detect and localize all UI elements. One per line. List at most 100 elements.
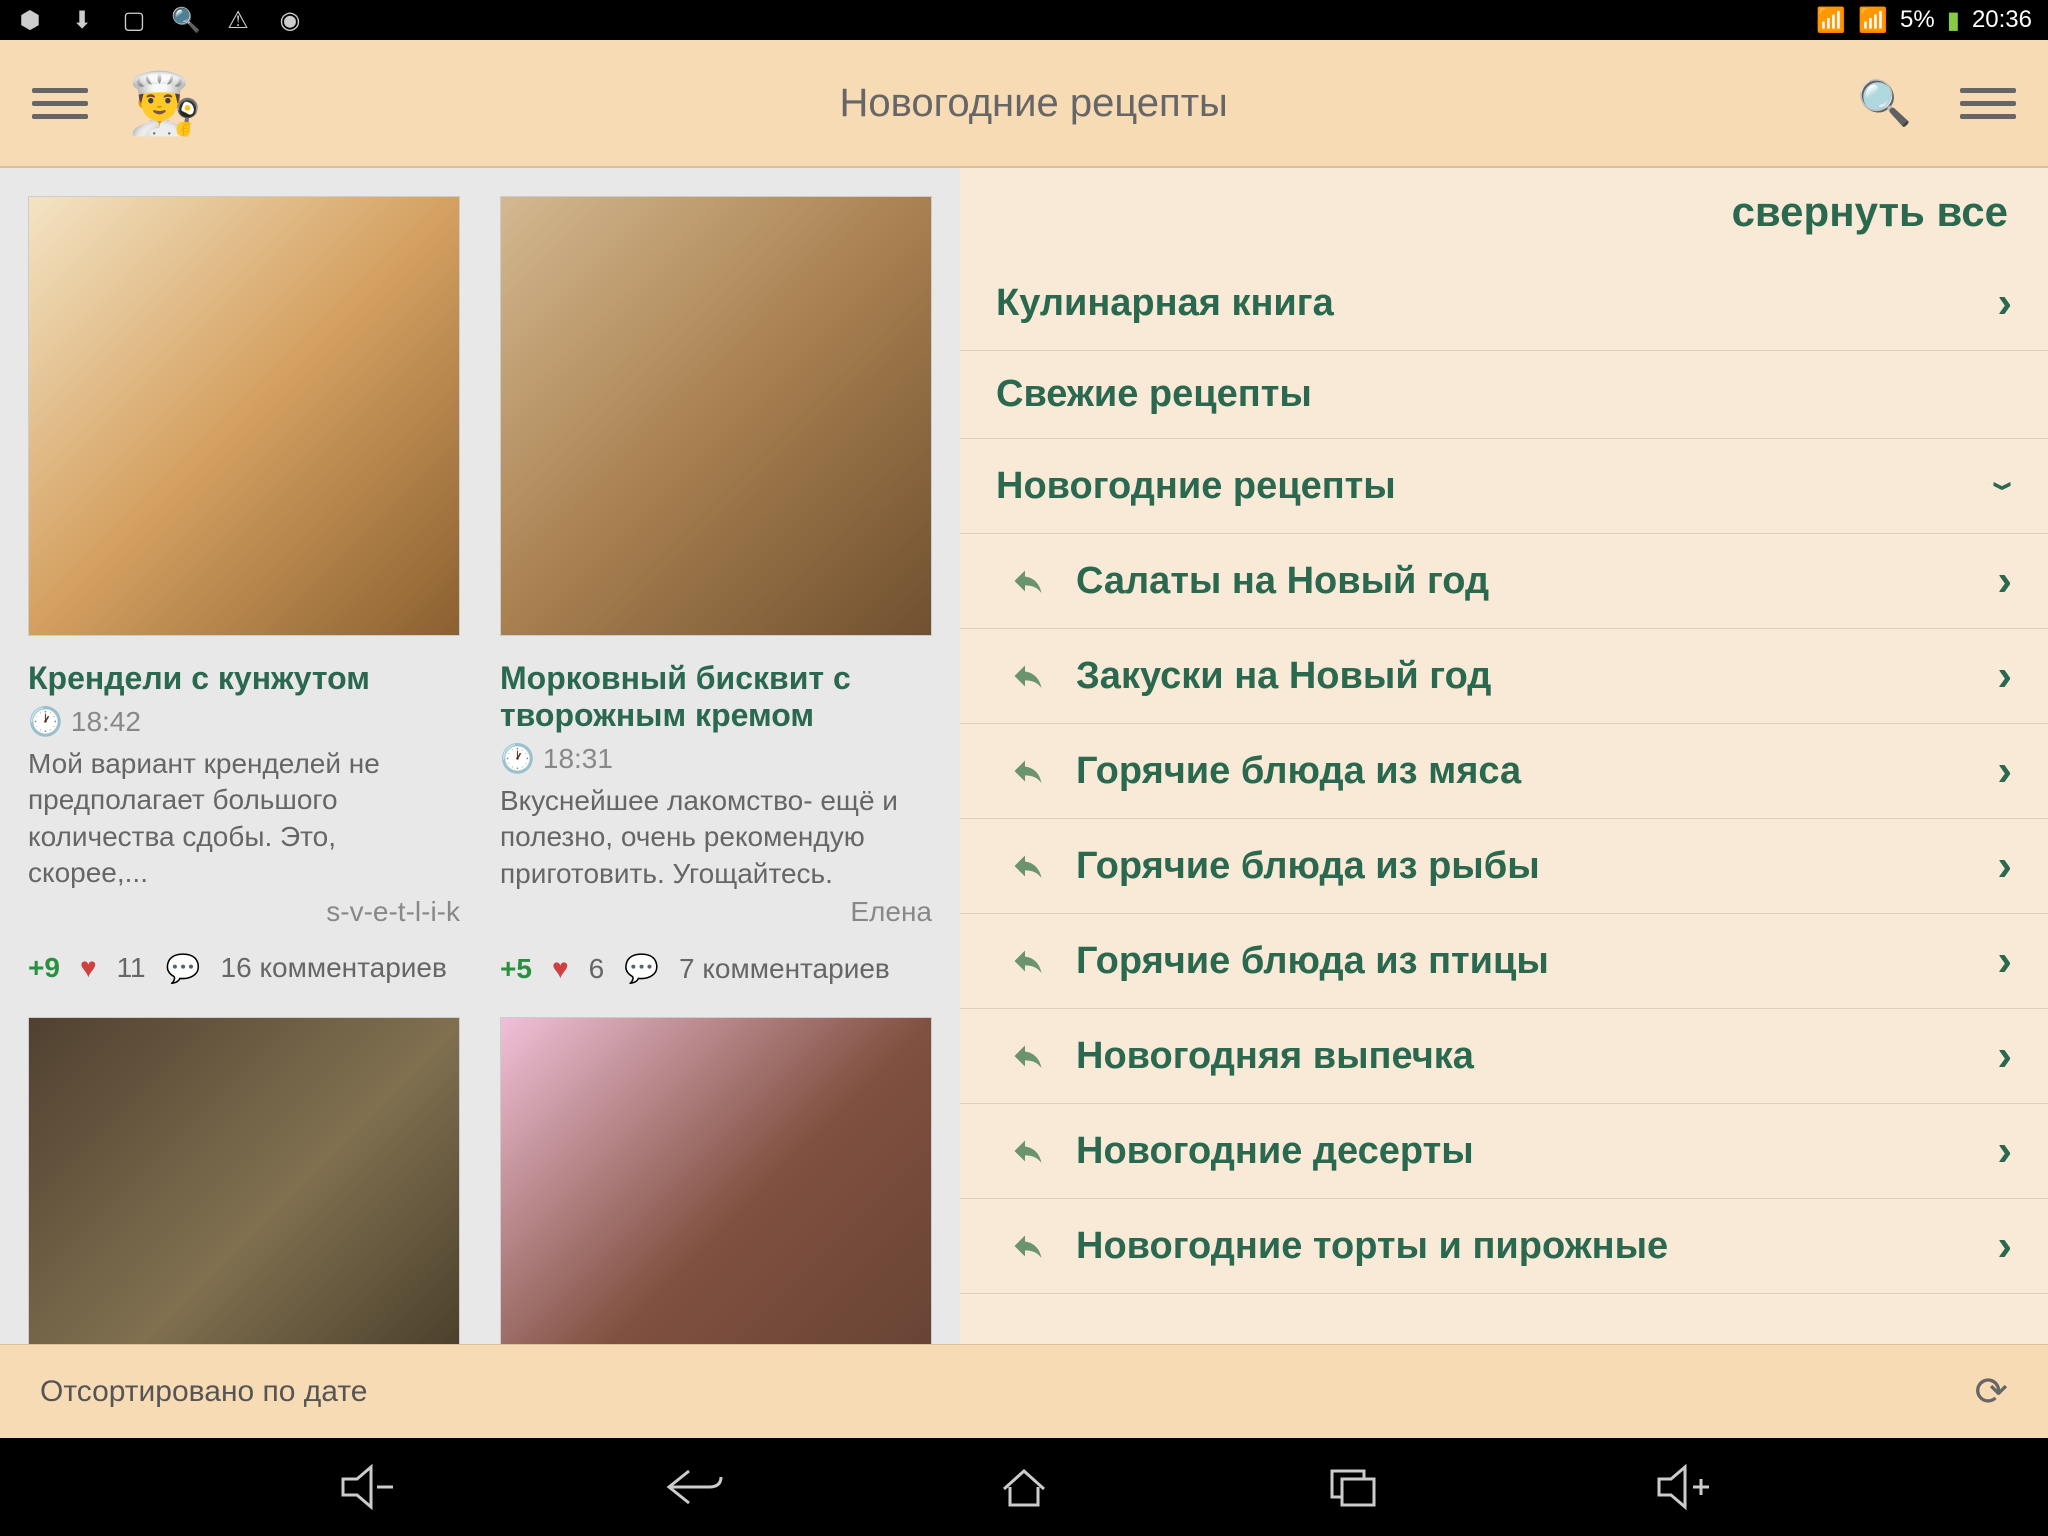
rating-value[interactable]: +9 — [28, 952, 60, 984]
recipe-card[interactable] — [28, 1017, 460, 1344]
recipe-image[interactable] — [28, 1017, 460, 1344]
app-logo-icon[interactable]: 👨‍🍳 — [120, 58, 210, 148]
recipe-author[interactable]: s-v-e-t-l-i-k — [28, 896, 460, 928]
clock-icon: 🕐 — [28, 705, 63, 738]
recipe-card[interactable]: Морковный бисквит с творожным кремом 🕐18… — [500, 196, 932, 985]
category-item[interactable]: Горячие блюда из птицы› — [960, 914, 2048, 1009]
reply-icon — [1008, 1131, 1048, 1171]
category-sidebar[interactable]: свернуть все Кулинарная книга›Свежие рец… — [960, 168, 2048, 1344]
chevron-right-icon: › — [1997, 556, 2012, 606]
category-item[interactable]: Свежие рецепты — [960, 351, 2048, 439]
status-bar: ⬢ ⬇ ▢ 🔍 ⚠ ◉ 📶 📶 5% ▮ 20:36 — [0, 0, 2048, 40]
recipe-image[interactable] — [500, 196, 932, 636]
chevron-right-icon: › — [1997, 1221, 2012, 1271]
recipe-image[interactable] — [28, 196, 460, 636]
category-label: Новогодние торты и пирожные — [1076, 1225, 1997, 1268]
category-item[interactable]: Новогодние торты и пирожные› — [960, 1199, 2048, 1294]
category-label: Горячие блюда из мяса — [1076, 750, 1997, 793]
shield-icon: ⬢ — [16, 6, 44, 34]
chevron-right-icon: › — [1997, 1126, 2012, 1176]
chevron-right-icon: › — [1997, 1031, 2012, 1081]
chevron-right-icon: › — [1997, 936, 2012, 986]
category-item[interactable]: Новогодняя выпечка› — [960, 1009, 2048, 1104]
category-label: Новогодняя выпечка — [1076, 1035, 1997, 1078]
recipe-author[interactable]: Елена — [500, 896, 932, 928]
refresh-icon[interactable]: ⟳ — [1974, 1369, 2008, 1415]
reply-icon — [1008, 656, 1048, 696]
download-icon: ⬇ — [68, 6, 96, 34]
comment-icon[interactable]: 💬 — [624, 952, 659, 985]
category-label: Свежие рецепты — [996, 373, 2012, 416]
category-label: Новогодние десерты — [1076, 1130, 1997, 1173]
likes-count: 11 — [117, 952, 146, 984]
warning-icon: ⚠ — [224, 6, 252, 34]
search-icon[interactable]: 🔍 — [1857, 77, 1912, 129]
category-item[interactable]: Кулинарная книга› — [960, 256, 2048, 351]
comment-icon[interactable]: 💬 — [166, 952, 201, 985]
chevron-right-icon: › — [1997, 841, 2012, 891]
category-item[interactable]: Новогодние рецепты› — [960, 439, 2048, 534]
rating-value[interactable]: +5 — [500, 953, 532, 985]
image-icon: ▢ — [120, 6, 148, 34]
chevron-right-icon: › — [1997, 278, 2012, 328]
category-item[interactable]: Закуски на Новый год› — [960, 629, 2048, 724]
content-area: Крендели с кунжутом 🕐18:42 Мой вариант к… — [0, 168, 2048, 1344]
bottom-bar: Отсортировано по дате ⟳ — [0, 1344, 2048, 1438]
page-title: Новогодние рецепты — [210, 81, 1857, 126]
menu-right-button[interactable] — [1960, 75, 2016, 131]
category-label: Горячие блюда из птицы — [1076, 940, 1997, 983]
category-item[interactable]: Горячие блюда из мяса› — [960, 724, 2048, 819]
recipe-description: Мой вариант кренделей не предполагает бо… — [28, 746, 460, 892]
reply-icon — [1008, 561, 1048, 601]
reply-icon — [1008, 846, 1048, 886]
comments-count[interactable]: 16 комментариев — [221, 952, 447, 984]
chevron-down-icon: › — [1980, 481, 2030, 491]
viber-icon: ◉ — [276, 6, 304, 34]
recipe-image[interactable] — [500, 1017, 932, 1344]
chevron-right-icon: › — [1997, 651, 2012, 701]
recipe-description: Вкуснейшее лакомство- ещё и полезно, оче… — [500, 783, 932, 892]
heart-icon[interactable]: ♥ — [552, 953, 569, 985]
reply-icon — [1008, 1226, 1048, 1266]
category-label: Новогодние рецепты — [996, 465, 1997, 508]
reply-icon — [1008, 751, 1048, 791]
comments-count[interactable]: 7 комментариев — [679, 953, 890, 985]
search-status-icon: 🔍 — [172, 6, 200, 34]
recipe-title[interactable]: Морковный бисквит с творожным кремом — [500, 660, 932, 734]
recipe-card[interactable] — [500, 1017, 932, 1344]
category-label: Салаты на Новый год — [1076, 560, 1997, 603]
menu-button[interactable] — [32, 75, 88, 131]
volume-up-button[interactable] — [1643, 1457, 1723, 1517]
recipe-title[interactable]: Крендели с кунжутом — [28, 660, 460, 697]
status-left-icons: ⬢ ⬇ ▢ 🔍 ⚠ ◉ — [16, 6, 304, 34]
category-item[interactable]: Горячие блюда из рыбы› — [960, 819, 2048, 914]
signal-icon: 📶 — [1858, 6, 1888, 35]
battery-icon: ▮ — [1947, 6, 1960, 35]
collapse-all-button[interactable]: свернуть все — [960, 168, 2048, 256]
chevron-right-icon: › — [1997, 746, 2012, 796]
volume-down-button[interactable] — [325, 1457, 405, 1517]
category-label: Горячие блюда из рыбы — [1076, 845, 1997, 888]
app-header: 👨‍🍳 Новогодние рецепты 🔍 — [0, 40, 2048, 168]
category-label: Кулинарная книга — [996, 282, 1997, 325]
recipe-stats: +9 ♥ 11 💬 16 комментариев — [28, 952, 460, 985]
back-button[interactable] — [654, 1457, 734, 1517]
clock-icon: 🕐 — [500, 742, 535, 775]
category-item[interactable]: Новогодние десерты› — [960, 1104, 2048, 1199]
status-right: 📶 📶 5% ▮ 20:36 — [1816, 6, 2032, 35]
recipe-card[interactable]: Крендели с кунжутом 🕐18:42 Мой вариант к… — [28, 196, 460, 985]
likes-count: 6 — [589, 953, 605, 985]
sort-label[interactable]: Отсортировано по дате — [40, 1375, 367, 1409]
category-item[interactable]: Салаты на Новый год› — [960, 534, 2048, 629]
reply-icon — [1008, 941, 1048, 981]
recent-apps-button[interactable] — [1314, 1457, 1394, 1517]
battery-pct: 5% — [1900, 6, 1935, 34]
recipe-time: 🕐18:31 — [500, 742, 932, 775]
recipe-stats: +5 ♥ 6 💬 7 комментариев — [500, 952, 932, 985]
category-label: Закуски на Новый год — [1076, 655, 1997, 698]
clock: 20:36 — [1972, 6, 2032, 34]
recipes-grid[interactable]: Крендели с кунжутом 🕐18:42 Мой вариант к… — [0, 168, 960, 1344]
heart-icon[interactable]: ♥ — [80, 952, 97, 984]
home-button[interactable] — [984, 1457, 1064, 1517]
wifi-icon: 📶 — [1816, 6, 1846, 35]
